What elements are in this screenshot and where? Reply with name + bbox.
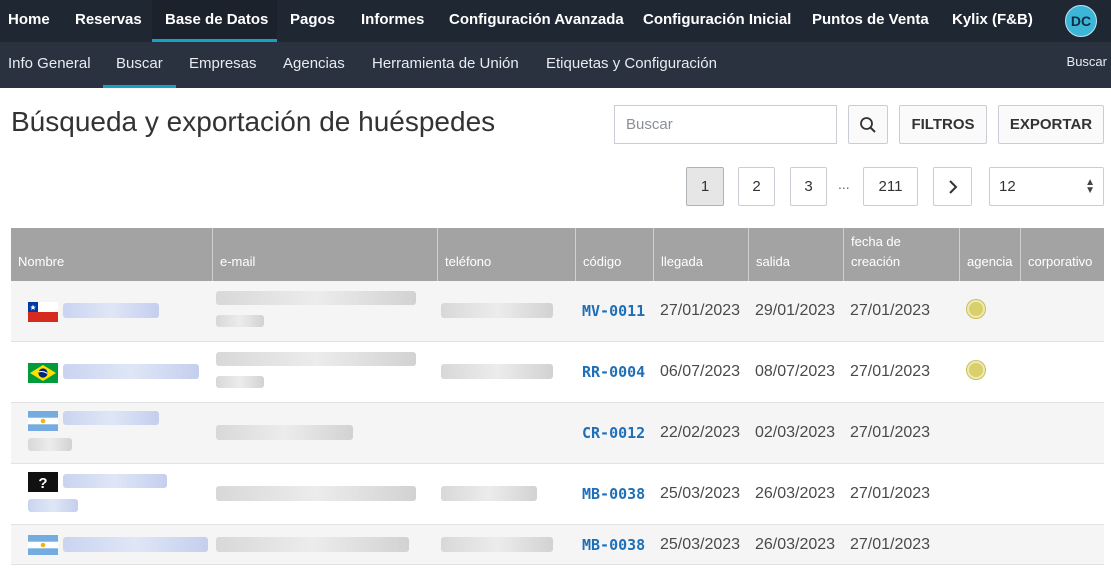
subnav-buscar[interactable]: Buscar	[103, 42, 176, 88]
guest-name-link[interactable]	[63, 411, 159, 425]
nav-configuracion-inicial[interactable]: Configuración Inicial	[643, 0, 791, 42]
subnav-info-general[interactable]: Info General	[8, 42, 91, 88]
reservation-code-link[interactable]: RR-0004	[582, 342, 645, 402]
export-button[interactable]: EXPORTAR	[998, 105, 1104, 144]
created-date: 27/01/2023	[850, 535, 931, 553]
page-title: Búsqueda y exportación de huéspedes	[11, 106, 496, 137]
pagination-ellipsis: ...	[838, 176, 850, 192]
table-row[interactable]: MV-0011 27/01/2023 29/01/2023 27/01/2023	[11, 281, 1104, 342]
nav-pagos[interactable]: Pagos	[290, 0, 335, 42]
nav-configuracion-avanzada[interactable]: Configuración Avanzada	[449, 0, 624, 42]
user-avatar[interactable]: DC	[1065, 5, 1097, 37]
email-value	[216, 425, 353, 440]
argentina-flag-icon	[28, 411, 58, 431]
nav-home[interactable]: Home	[8, 0, 50, 42]
page-size-value: 12	[999, 178, 1016, 195]
guest-name-continued	[28, 499, 78, 512]
search-icon	[860, 117, 876, 133]
email-value-continued	[216, 376, 264, 388]
phone-value	[441, 537, 553, 552]
email-value	[216, 486, 416, 501]
nav-informes[interactable]: Informes	[361, 0, 424, 42]
page-2-button[interactable]: 2	[738, 167, 775, 206]
subnav-herramienta-de-union[interactable]: Herramienta de Unión	[372, 42, 519, 88]
phone-value	[441, 303, 553, 318]
column-fecha-de-creacion[interactable]: fecha de creación	[843, 228, 959, 281]
nav-reservas[interactable]: Reservas	[75, 0, 142, 42]
column-llegada[interactable]: llegada	[653, 228, 748, 281]
arrival-date: 27/01/2023	[660, 302, 741, 319]
filters-button[interactable]: FILTROS	[899, 105, 987, 144]
subnav-empresas[interactable]: Empresas	[189, 42, 257, 88]
created-date: 27/01/2023	[850, 485, 931, 502]
column-fecha-de-creacion-label: fecha de creación	[851, 234, 901, 269]
arrival-date: 22/02/2023	[660, 424, 741, 441]
page-1-button[interactable]: 1	[686, 167, 724, 206]
unknown-flag-icon: ?	[28, 472, 58, 492]
guest-name-link[interactable]	[63, 303, 159, 318]
column-salida[interactable]: salida	[748, 228, 843, 281]
nav-base-de-datos[interactable]: Base de Datos	[152, 0, 277, 42]
next-page-button[interactable]	[933, 167, 972, 206]
created-date: 27/01/2023	[850, 363, 931, 380]
nav-kylix[interactable]: Kylix (F&B)	[952, 0, 1033, 42]
arrival-date: 06/07/2023	[660, 363, 741, 380]
subnav-agencias[interactable]: Agencias	[283, 42, 345, 88]
chevron-right-icon	[948, 180, 957, 194]
email-value	[216, 537, 409, 552]
table-header: Nombre e-mail teléfono código llegada sa…	[11, 228, 1104, 281]
brazil-flag-icon	[28, 363, 58, 383]
agency-indicator-icon	[967, 300, 985, 318]
column-nombre[interactable]: Nombre	[11, 228, 212, 281]
table-row[interactable]: RR-0004 06/07/2023 08/07/2023 27/01/2023	[11, 342, 1104, 403]
agency-indicator-icon	[967, 361, 985, 379]
phone-value	[441, 364, 553, 379]
sub-navigation: Info General Buscar Empresas Agencias He…	[0, 42, 1111, 88]
table-row[interactable]: CR-0012 22/02/2023 02/03/2023 27/01/2023	[11, 403, 1104, 464]
email-value	[216, 291, 416, 305]
created-date: 27/01/2023	[850, 424, 931, 441]
page-3-button[interactable]: 3	[790, 167, 827, 206]
search-button[interactable]	[848, 105, 888, 144]
reservation-code-link[interactable]: CR-0012	[582, 403, 645, 463]
reservation-code-link[interactable]: MB-0038	[582, 464, 645, 524]
argentina-flag-icon	[28, 535, 58, 555]
departure-date: 26/03/2023	[755, 485, 836, 502]
departure-date: 26/03/2023	[755, 535, 836, 553]
subnav-buscar-right[interactable]: Buscar	[1067, 42, 1107, 86]
created-date: 27/01/2023	[850, 302, 931, 319]
departure-date: 29/01/2023	[755, 302, 836, 319]
guest-name-link[interactable]	[63, 474, 167, 488]
column-corporativo[interactable]: corporativo	[1020, 228, 1104, 281]
select-arrows-icon: ▲ ▼	[1085, 177, 1095, 196]
nav-puntos-de-venta[interactable]: Puntos de Venta	[812, 0, 929, 42]
reservation-code-link[interactable]: MV-0011	[582, 281, 645, 341]
table-row[interactable]: MB-0038 25/03/2023 26/03/2023 27/01/2023	[11, 525, 1104, 565]
departure-date: 02/03/2023	[755, 424, 836, 441]
page-size-select[interactable]: 12 ▲ ▼	[989, 167, 1104, 206]
guest-name-link[interactable]	[63, 364, 199, 379]
table-row[interactable]: ? MB-0038 25/03/2023 26/03/2023 27/01/20…	[11, 464, 1104, 525]
email-value-continued	[216, 315, 264, 327]
search-input[interactable]	[614, 105, 837, 144]
subnav-etiquetas-y-configuracion[interactable]: Etiquetas y Configuración	[546, 42, 717, 88]
email-value	[216, 352, 416, 366]
guest-name-continued	[28, 438, 72, 451]
column-codigo[interactable]: código	[575, 228, 653, 281]
svg-text:?: ?	[38, 475, 47, 492]
reservation-code-link[interactable]: MB-0038	[582, 525, 645, 564]
chile-flag-icon	[28, 302, 58, 322]
column-agencia[interactable]: agencia	[959, 228, 1020, 281]
departure-date: 08/07/2023	[755, 363, 836, 380]
guest-name-link[interactable]	[63, 537, 208, 552]
arrival-date: 25/03/2023	[660, 485, 741, 502]
column-email[interactable]: e-mail	[212, 228, 437, 281]
column-telefono[interactable]: teléfono	[437, 228, 575, 281]
top-navigation: Home Reservas Base de Datos Pagos Inform…	[0, 0, 1111, 42]
page-last-button[interactable]: 211	[863, 167, 918, 206]
phone-value	[441, 486, 537, 501]
arrival-date: 25/03/2023	[660, 535, 741, 553]
